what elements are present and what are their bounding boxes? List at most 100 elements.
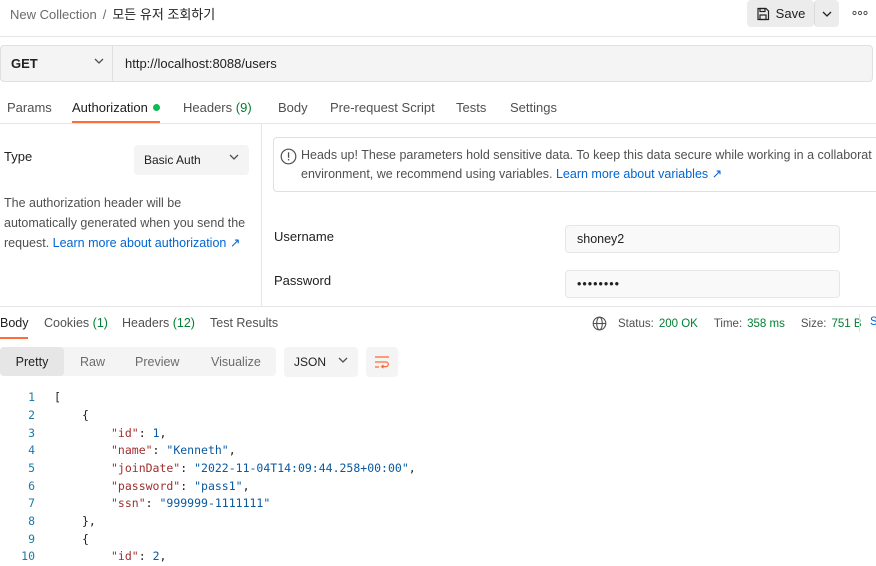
tab-authorization[interactable]: Authorization bbox=[72, 100, 160, 115]
header-divider bbox=[0, 36, 876, 37]
tab-settings[interactable]: Settings bbox=[510, 100, 557, 115]
auth-help-text: The authorization header will be automat… bbox=[4, 193, 254, 253]
chevron-down-icon bbox=[822, 11, 832, 17]
tab-headers-count: (9) bbox=[235, 100, 252, 115]
line-number: 4 bbox=[28, 443, 35, 457]
code-line: "ssn": "999999-1111111" bbox=[111, 496, 271, 510]
more-horizontal-icon bbox=[852, 10, 868, 16]
tabs-divider bbox=[0, 123, 876, 124]
learn-more-authorization-link[interactable]: Learn more about authorization ↗ bbox=[53, 236, 241, 250]
chevron-down-icon bbox=[338, 357, 348, 363]
line-number: 1 bbox=[28, 390, 35, 404]
json-value: "2022-11-04T14:09:44.258+00:00" bbox=[194, 461, 409, 475]
time-value[interactable]: 358 ms bbox=[747, 318, 785, 330]
line-number: 9 bbox=[28, 532, 35, 546]
size-label: Size: bbox=[800, 317, 827, 330]
tab-tests[interactable]: Tests bbox=[456, 100, 486, 115]
code-token: }, bbox=[82, 514, 96, 528]
globe-icon[interactable] bbox=[592, 316, 607, 331]
status-label: Status: bbox=[618, 317, 654, 330]
save-response-button[interactable]: S bbox=[870, 316, 876, 328]
code-line: "password": "pass1", bbox=[111, 479, 250, 493]
url-input[interactable]: http://localhost:8088/users bbox=[112, 45, 873, 82]
username-value: shoney2 bbox=[577, 232, 625, 246]
json-value: "999999-1111111" bbox=[159, 496, 271, 510]
chevron-down-icon bbox=[94, 58, 104, 64]
response-tab-body[interactable]: Body bbox=[0, 316, 29, 330]
breadcrumb-collection[interactable]: New Collection bbox=[10, 7, 97, 22]
password-label: Password bbox=[274, 273, 332, 288]
status-dot-icon bbox=[152, 104, 160, 111]
tab-params[interactable]: Params bbox=[7, 100, 52, 115]
save-options-button[interactable] bbox=[814, 0, 839, 27]
json-key: "id" bbox=[111, 549, 139, 563]
code-line: [ bbox=[54, 390, 61, 404]
tab-body[interactable]: Body bbox=[278, 100, 308, 115]
save-button[interactable]: Save bbox=[747, 0, 814, 27]
response-status-bar: Status: 200 OK Time: 358 ms Size: 751 B bbox=[592, 316, 862, 331]
breadcrumb-request-name[interactable]: 모든 유저 조회하기 bbox=[112, 7, 215, 22]
response-divider bbox=[0, 306, 876, 307]
json-value: 1 bbox=[152, 426, 160, 440]
password-input[interactable]: •••••••• bbox=[565, 270, 840, 298]
json-key: "password" bbox=[111, 479, 181, 493]
tab-headers[interactable]: Headers (9) bbox=[183, 100, 252, 115]
size-value[interactable]: 751 B bbox=[831, 318, 861, 330]
breadcrumb: New Collection / 모든 유저 조회하기 bbox=[10, 4, 215, 23]
code-line: "id": 2, bbox=[111, 549, 167, 563]
active-response-tab-indicator bbox=[0, 337, 28, 339]
json-value: 2 bbox=[152, 549, 160, 563]
chevron-down-icon bbox=[229, 154, 239, 160]
json-key: "joinDate" bbox=[111, 461, 181, 475]
response-tab-headers-label: Headers bbox=[122, 316, 170, 330]
save-icon bbox=[756, 7, 770, 21]
code-token: [ bbox=[54, 390, 61, 404]
format-value: JSON bbox=[294, 355, 327, 369]
tab-headers-label: Headers bbox=[183, 100, 233, 115]
code-line: "name": "Kenneth", bbox=[111, 443, 236, 457]
line-number: 5 bbox=[28, 461, 35, 475]
method-value: GET bbox=[11, 56, 38, 71]
response-tab-cookies[interactable]: Cookies (1) bbox=[44, 316, 108, 330]
json-value: "Kenneth" bbox=[166, 443, 229, 457]
response-tab-test-results[interactable]: Test Results bbox=[210, 316, 278, 330]
json-key: "id" bbox=[111, 426, 139, 440]
code-line: "id": 1, bbox=[111, 426, 167, 440]
more-options-button[interactable] bbox=[848, 4, 872, 22]
username-input[interactable]: shoney2 bbox=[565, 225, 840, 253]
method-select[interactable]: GET bbox=[0, 45, 112, 82]
response-tab-cookies-label: Cookies bbox=[44, 316, 90, 330]
line-number: 6 bbox=[28, 479, 35, 493]
line-number: 8 bbox=[28, 514, 35, 528]
view-pretty-button[interactable]: Pretty bbox=[0, 347, 64, 376]
username-label: Username bbox=[274, 229, 334, 244]
code-token: { bbox=[82, 408, 89, 422]
json-key: "ssn" bbox=[111, 496, 146, 510]
learn-more-variables-link[interactable]: Learn more about variables ↗ bbox=[556, 167, 722, 181]
tab-authorization-label: Authorization bbox=[72, 100, 148, 115]
code-token: { bbox=[82, 532, 89, 546]
code-line: { bbox=[82, 408, 89, 422]
sensitive-data-warning: Heads up! These parameters hold sensitiv… bbox=[273, 137, 876, 192]
url-value: http://localhost:8088/users bbox=[125, 56, 277, 71]
warning-line-2: environment, we recommend using variable… bbox=[301, 165, 872, 184]
view-raw-button[interactable]: Raw bbox=[80, 347, 105, 376]
tab-pre-request-script[interactable]: Pre-request Script bbox=[330, 100, 435, 115]
response-tab-headers-count: (12) bbox=[172, 316, 195, 330]
auth-type-select[interactable]: Basic Auth bbox=[134, 145, 249, 175]
view-visualize-button[interactable]: Visualize bbox=[211, 347, 261, 376]
line-number: 2 bbox=[28, 408, 35, 422]
breadcrumb-separator: / bbox=[102, 7, 107, 22]
wrap-lines-button[interactable] bbox=[366, 347, 398, 377]
response-tab-headers[interactable]: Headers (12) bbox=[122, 316, 195, 330]
line-number: 10 bbox=[21, 549, 35, 563]
password-value: •••••••• bbox=[577, 277, 621, 291]
code-line: "joinDate": "2022-11-04T14:09:44.258+00:… bbox=[111, 461, 416, 475]
view-preview-button[interactable]: Preview bbox=[135, 347, 179, 376]
auth-type-value: Basic Auth bbox=[144, 153, 201, 167]
save-label: Save bbox=[775, 6, 806, 21]
response-tab-cookies-count: (1) bbox=[92, 316, 108, 330]
json-key: "name" bbox=[111, 443, 153, 457]
status-value[interactable]: 200 OK bbox=[659, 318, 698, 330]
response-format-select[interactable]: JSON bbox=[284, 347, 358, 377]
